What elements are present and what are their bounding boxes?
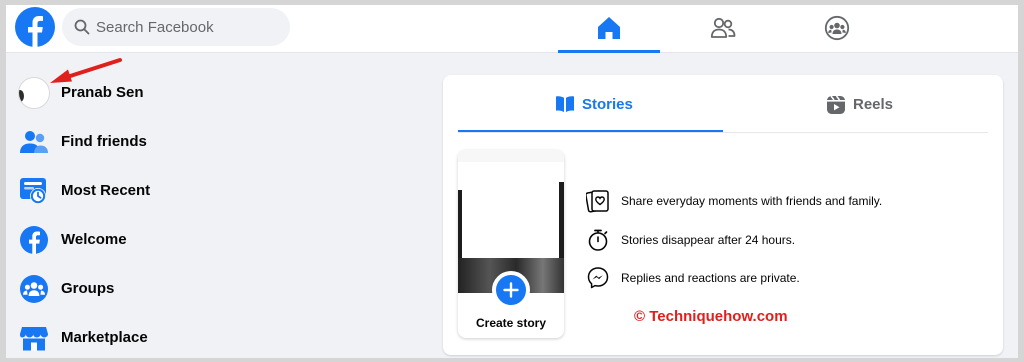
tab-stories[interactable]: Stories — [458, 75, 723, 133]
tab-reels[interactable]: Reels — [723, 75, 988, 133]
search-icon — [74, 19, 90, 40]
groups-icon — [824, 15, 850, 41]
facebook-welcome-icon — [20, 226, 48, 254]
book-icon — [556, 96, 574, 112]
top-navigation-bar — [6, 5, 1018, 53]
tab-label: Stories — [582, 96, 633, 113]
stopwatch-icon — [588, 229, 608, 251]
sidebar-item-label: Most Recent — [61, 182, 151, 199]
watermark: © Techniquehow.com — [634, 308, 788, 325]
groups-icon — [20, 275, 48, 303]
info-text: Stories disappear after 24 hours. — [621, 233, 796, 247]
friends-icon — [710, 17, 736, 38]
tab-label: Reels — [853, 96, 894, 113]
marketplace-icon — [20, 327, 48, 351]
facebook-logo-icon[interactable] — [15, 7, 55, 47]
sidebar-item-label: Marketplace — [61, 329, 148, 346]
nav-tab-home[interactable] — [558, 5, 660, 53]
info-row: Replies and reactions are private. — [586, 265, 946, 291]
nav-tab-friends[interactable] — [672, 5, 774, 53]
sidebar-item-most-recent[interactable]: Most Recent — [14, 168, 394, 214]
search-box[interactable] — [62, 8, 290, 46]
info-row: Stories disappear after 24 hours. — [586, 227, 946, 253]
search-input[interactable] — [96, 8, 281, 46]
annotation-arrow-icon — [50, 58, 122, 83]
sidebar-item-label: Groups — [61, 280, 115, 297]
info-row: Share everyday moments with friends and … — [586, 188, 946, 214]
create-story-tile[interactable]: Create story — [458, 150, 564, 338]
create-story-label: Create story — [475, 316, 547, 330]
sidebar-item-welcome[interactable]: Welcome — [14, 217, 394, 263]
home-icon — [598, 17, 620, 39]
nav-tab-groups[interactable] — [786, 5, 888, 53]
sidebar-item-label: Welcome — [61, 231, 127, 248]
add-story-button[interactable] — [492, 271, 530, 309]
find-friends-icon — [20, 131, 48, 153]
photo-heart-icon — [586, 190, 609, 213]
sidebar-item-label: Find friends — [61, 133, 147, 150]
messenger-icon — [587, 267, 609, 289]
most-recent-icon — [20, 178, 46, 204]
info-text: Share everyday moments with friends and … — [621, 194, 883, 208]
plus-icon — [503, 282, 519, 298]
reels-icon — [827, 95, 845, 114]
sidebar-item-marketplace[interactable]: Marketplace — [14, 315, 394, 361]
info-text: Replies and reactions are private. — [621, 271, 800, 285]
sidebar-item-groups[interactable]: Groups — [14, 266, 394, 312]
divider — [458, 132, 988, 133]
sidebar-item-find-friends[interactable]: Find friends — [14, 119, 394, 165]
